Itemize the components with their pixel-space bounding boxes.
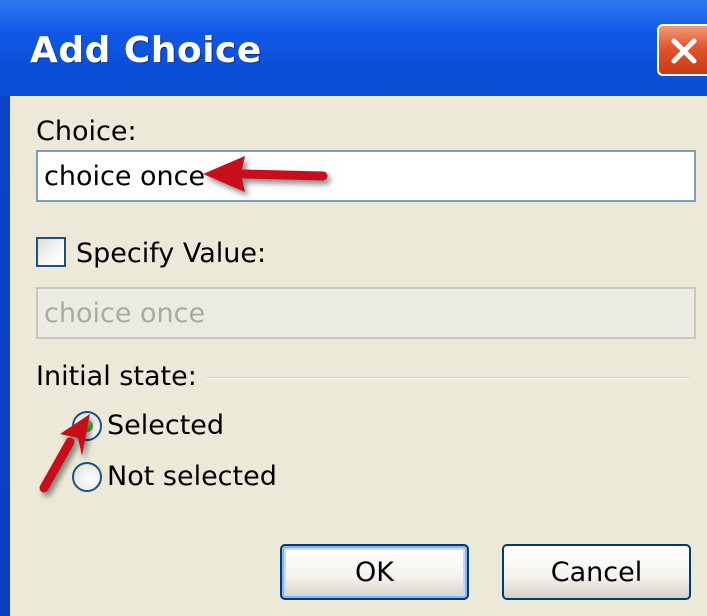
close-icon (671, 38, 697, 64)
dialog-window: Add Choice Choice: choice once Specify V… (0, 0, 707, 616)
title-bar[interactable]: Add Choice (0, 0, 707, 96)
specify-value-label: Specify Value: (76, 238, 267, 269)
choice-input-value: choice once (44, 160, 206, 192)
specify-value-input[interactable]: choice once (36, 287, 696, 339)
dialog-title: Add Choice (30, 30, 262, 71)
specify-value-input-value: choice once (44, 297, 206, 329)
specify-value-checkbox[interactable] (36, 237, 66, 267)
initial-state-label: Initial state: (36, 361, 197, 392)
cancel-button-label: Cancel (550, 556, 643, 588)
radio-not-selected-label: Not selected (107, 461, 277, 492)
cancel-button[interactable]: Cancel (502, 544, 691, 600)
group-divider (206, 377, 690, 379)
ok-button[interactable]: OK (280, 544, 469, 600)
red-arrow-icon (203, 156, 328, 192)
choice-input[interactable]: choice once (36, 150, 696, 202)
dialog-body: Choice: choice once Specify Value: choic… (10, 96, 707, 616)
radio-selected-label: Selected (107, 410, 225, 441)
red-arrow-icon (39, 414, 90, 493)
choice-label: Choice: (36, 116, 137, 147)
close-button[interactable] (657, 24, 707, 76)
ok-button-label: OK (355, 556, 394, 588)
